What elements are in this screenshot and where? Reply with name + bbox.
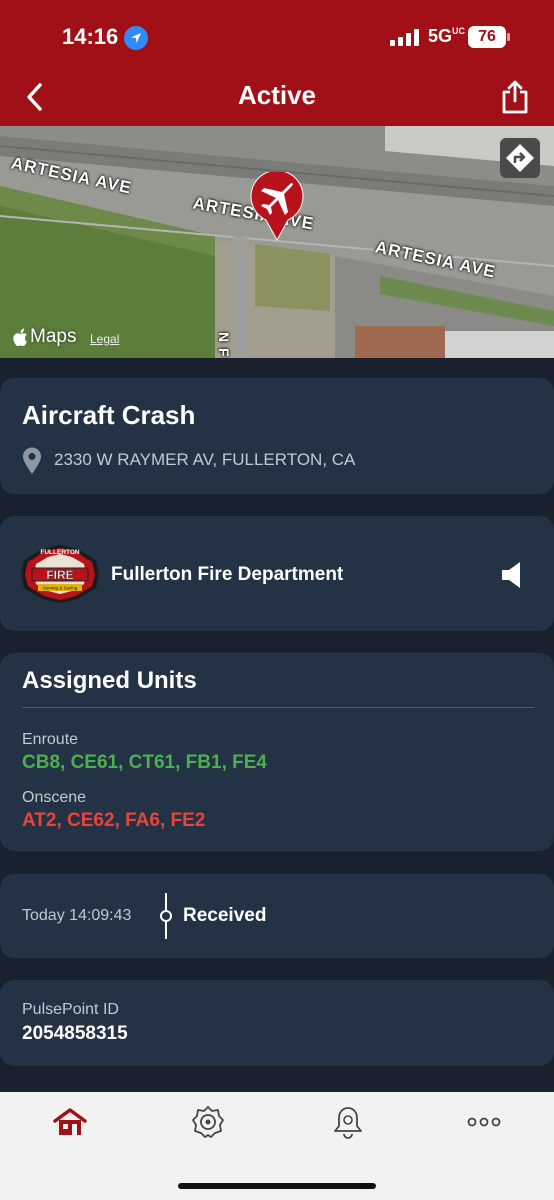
apple-logo-icon [13,328,27,346]
share-button[interactable] [498,78,532,116]
agency-logo-bottom-text: Serving & Saving [43,586,78,591]
legal-link[interactable]: Legal [90,332,119,346]
home-icon [53,1108,87,1135]
alert-bell-icon [334,1107,362,1139]
units-title: Assigned Units [22,667,197,694]
enroute-label: Enroute [22,731,79,748]
signal-bars-icon [390,28,419,46]
agency-name: Fullerton Fire Department [111,564,344,585]
directions-icon [506,144,534,172]
directions-button[interactable] [500,138,540,178]
more-icon [467,1117,501,1127]
onscene-label: Onscene [22,789,87,806]
fire-badge-icon [192,1106,224,1138]
speaker-button[interactable] [500,560,524,595]
agency-logo: FULLERTON FIRE Serving & Saving [20,544,100,609]
speaker-icon [502,562,520,588]
agency-logo-top-text: FULLERTON [40,549,80,556]
airplane-icon [250,169,304,242]
battery-tip [507,33,510,41]
maps-label: Maps [30,326,77,347]
timeline-time: Today 14:09:43 [22,907,132,924]
pulsepoint-id-value: 2054858315 [22,1023,128,1044]
status-time: 14:16 [62,24,119,49]
tab-more[interactable] [464,1102,504,1142]
incident-marker[interactable] [248,169,306,247]
apple-maps-logo: Maps [12,326,76,348]
tab-alerts[interactable] [328,1102,368,1142]
tab-agencies[interactable] [188,1102,228,1142]
page-title: Active [237,80,317,110]
timeline-status: Received [183,905,267,926]
incident-type: Aircraft Crash [22,400,196,430]
header-bar: 14:16 5GUC 76 Active [0,0,554,126]
share-icon [502,80,528,114]
onscene-units: AT2, CE62, FA6, FE2 [22,810,206,831]
incident-address[interactable]: 2330 W RAYMER AV, FULLERTON, CA [54,450,355,470]
battery-indicator: 76 [468,26,506,48]
enroute-units: CB8, CE61, CT61, FB1, FE4 [22,752,267,773]
timeline-dot [160,910,172,922]
incident-card: Aircraft Crash [0,378,554,494]
pulsepoint-id-label: PulsePoint ID [22,1001,119,1018]
tab-home[interactable] [50,1102,90,1142]
home-indicator [178,1183,376,1189]
network-label: 5GUC [428,26,466,46]
location-arrow-icon [124,26,148,50]
location-pin-icon [22,447,42,480]
agency-logo-main-text: FIRE [46,568,73,582]
street-label: N F [216,332,232,358]
units-divider [22,707,534,708]
